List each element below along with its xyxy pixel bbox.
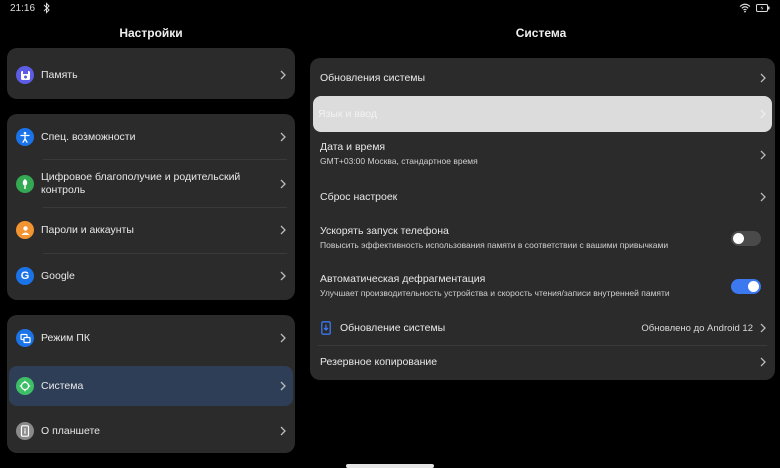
divider <box>43 207 287 208</box>
wifi-icon <box>739 3 751 13</box>
reset-settings-row[interactable]: Сброс настроек <box>310 178 775 216</box>
boost-launch-subtitle: Повысить эффективность использования пам… <box>320 240 669 250</box>
language-input-label: Язык и ввод <box>318 108 378 120</box>
pc-mode-icon <box>16 329 34 347</box>
sidebar-item-accessibility[interactable]: Спец. возможности <box>7 119 295 155</box>
chevron-right-icon <box>280 179 286 189</box>
system-updates-row[interactable]: Обновления системы <box>310 60 775 96</box>
sidebar-item-label: Система <box>41 379 84 392</box>
battery-icon <box>756 4 770 12</box>
left-card-system: Режим ПК Система О планшете <box>7 315 295 453</box>
system-update-row[interactable]: Обновление системы Обновлено до Android … <box>310 310 775 346</box>
sidebar-item-label: Пароли и аккаунты <box>41 223 134 236</box>
backup-row[interactable]: Резервное копирование <box>310 346 775 378</box>
sidebar-item-memory[interactable]: Память <box>7 56 295 94</box>
sidebar-item-label: Спец. возможности <box>41 130 136 143</box>
date-time-subtitle: GMT+03:00 Москва, стандартное время <box>320 156 478 166</box>
sidebar-item-pc-mode[interactable]: Режим ПК <box>7 319 295 357</box>
chevron-right-icon <box>280 271 286 281</box>
divider <box>43 159 287 160</box>
sidebar-item-passwords[interactable]: Пароли и аккаунты <box>7 211 295 249</box>
chevron-right-icon <box>280 426 286 436</box>
right-pane-title: Система <box>515 26 567 40</box>
chevron-right-icon <box>280 381 286 391</box>
status-bar: 21:16 <box>0 0 780 18</box>
chevron-right-icon <box>760 109 766 119</box>
key-icon <box>16 221 34 239</box>
system-settings-card: Обновления системы Язык и ввод Дата и вр… <box>310 58 775 380</box>
chevron-right-icon <box>760 192 766 202</box>
home-indicator[interactable] <box>346 464 434 468</box>
status-time: 21:16 <box>10 3 36 14</box>
sidebar-item-about-tablet[interactable]: О планшете <box>7 412 295 450</box>
sidebar-item-label: Режим ПК <box>41 331 90 344</box>
sidebar-item-label: Цифровое благополучие и родительский кон… <box>41 171 241 196</box>
boost-launch-row: Ускорять запуск телефона Повысить эффект… <box>310 218 775 262</box>
auto-defrag-toggle[interactable] <box>731 279 761 294</box>
date-time-row[interactable]: Дата и время GMT+03:00 Москва, стандартн… <box>310 134 775 176</box>
toggle-knob <box>733 233 744 244</box>
language-input-row[interactable]: Язык и ввод <box>313 96 772 132</box>
sidebar-item-label: Google <box>41 269 75 282</box>
reset-settings-label: Сброс настроек <box>320 191 398 203</box>
system-update-icon <box>321 321 331 335</box>
boost-launch-label: Ускорять запуск телефона <box>320 225 449 237</box>
backup-label: Резервное копирование <box>320 356 438 368</box>
auto-defrag-subtitle: Улучшает производительность устройства и… <box>320 288 670 298</box>
chevron-right-icon <box>760 73 766 83</box>
sidebar-item-label: О планшете <box>41 424 100 437</box>
chevron-right-icon <box>280 225 286 235</box>
chevron-right-icon <box>280 70 286 80</box>
boost-launch-toggle[interactable] <box>731 231 761 246</box>
chevron-right-icon <box>760 323 766 333</box>
system-update-status: Обновлено до Android 12 <box>641 322 753 334</box>
auto-defrag-label: Автоматическая дефрагментация <box>320 273 486 285</box>
memory-icon <box>16 66 34 84</box>
left-card-features: Спец. возможности Цифровое благополучие … <box>7 114 295 300</box>
chevron-right-icon <box>760 357 766 367</box>
date-time-label: Дата и время <box>320 141 386 153</box>
sidebar-item-wellbeing[interactable]: Цифровое благополучие и родительский кон… <box>7 163 295 205</box>
tablet-info-icon <box>16 422 34 440</box>
bluetooth-icon <box>43 2 50 14</box>
chevron-right-icon <box>280 132 286 142</box>
system-icon <box>16 377 34 395</box>
left-card-storage: Память <box>7 48 295 99</box>
sidebar-item-system[interactable]: Система <box>9 366 293 406</box>
system-update-label: Обновление системы <box>340 322 446 334</box>
sidebar-item-google[interactable]: G Google <box>7 257 295 295</box>
google-icon: G <box>16 267 34 285</box>
toggle-knob <box>748 281 759 292</box>
sidebar-item-label: Память <box>41 68 78 81</box>
system-updates-label: Обновления системы <box>320 72 426 84</box>
chevron-right-icon <box>760 150 766 160</box>
accessibility-icon <box>16 128 34 146</box>
left-pane-title: Настройки <box>119 26 183 40</box>
auto-defrag-row: Автоматическая дефрагментация Улучшает п… <box>310 266 775 310</box>
wellbeing-icon <box>16 175 34 193</box>
divider <box>43 253 287 254</box>
chevron-right-icon <box>280 333 286 343</box>
